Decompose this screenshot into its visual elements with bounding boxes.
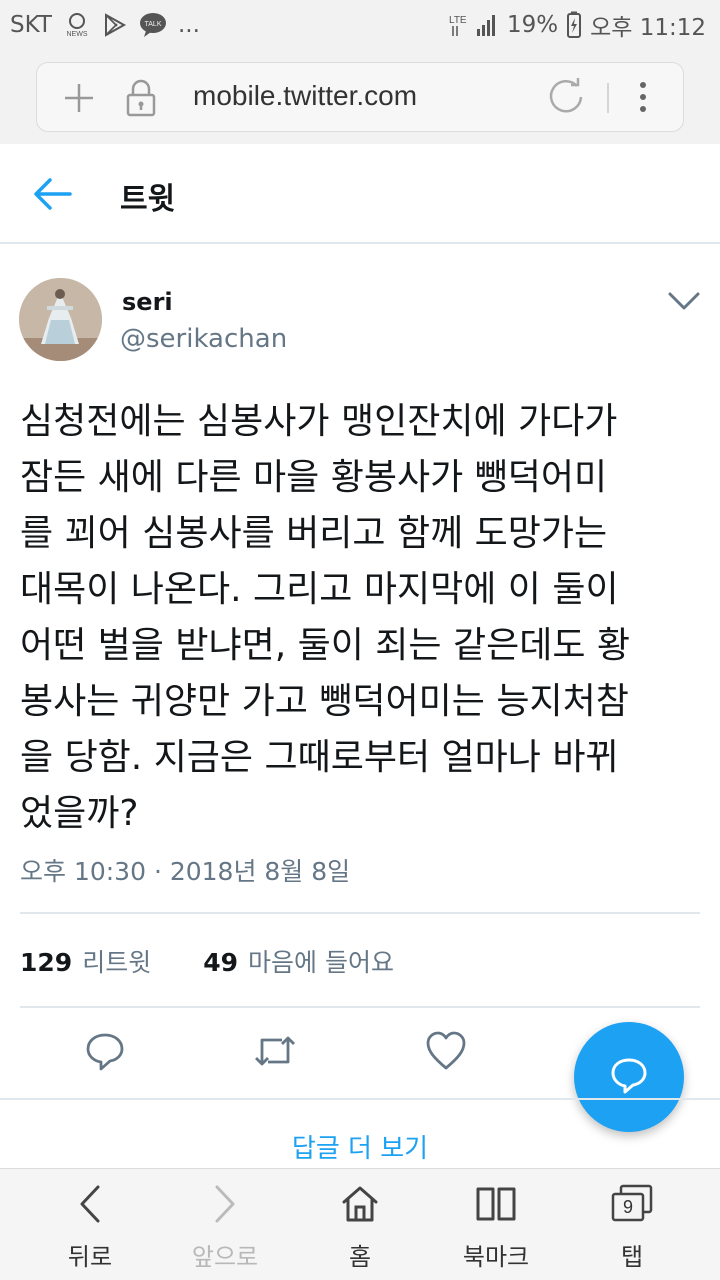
nav-forward-label: 앞으로 [191,1243,259,1271]
tweet-timestamp[interactable]: 오후 10:30 · 2018년 8월 8일 [20,852,350,888]
nav-forward-button[interactable]: 앞으로 [165,1183,285,1272]
retweet-icon[interactable] [252,1030,298,1076]
url-text[interactable]: mobile.twitter.com [193,80,417,112]
status-bar: SKT NEWS TALK ... LTE 19% 오후 11:12 [0,0,720,50]
chevron-left-icon [70,1185,110,1229]
lock-icon[interactable] [123,78,159,122]
like-stat[interactable]: 49 마음에 들어요 [203,943,394,979]
battery-percent: 19% [506,12,559,38]
battery-charging-icon [566,11,582,39]
heart-icon[interactable] [424,1030,468,1076]
reply-icon[interactable] [84,1030,126,1076]
more-notifications: ... [177,12,200,38]
more-replies-link[interactable]: 답글 더 보기 [0,1128,720,1165]
svg-text:LTE: LTE [449,15,467,26]
toolbar-separator [607,83,609,113]
nav-bookmarks-label: 북마크 [462,1243,530,1271]
browser-toolbar: mobile.twitter.com [0,50,720,144]
divider [20,1006,700,1008]
divider [20,912,700,914]
back-arrow-icon[interactable] [32,174,74,218]
address-bar[interactable]: mobile.twitter.com [36,62,684,132]
clock: 오후 11:12 [590,15,706,41]
nav-back-button[interactable]: 뒤로 [30,1183,150,1272]
new-tab-plus-icon[interactable] [61,80,97,120]
nav-tabs-label: 탭 [620,1243,644,1271]
tweet-text-line: 대목이 나온다. 그리고 마지막에 이 둘이 [20,569,619,610]
retweet-label: 리트윗 [82,948,152,977]
tabs-icon: 9 [610,1183,654,1225]
svg-text:NEWS: NEWS [66,31,87,38]
play-store-icon [102,13,128,37]
retweet-count: 129 [20,948,73,977]
nav-bookmarks-button[interactable]: 북마크 [436,1183,556,1272]
nav-home-label: 홈 [348,1243,372,1271]
page-header: 트윗 [0,144,720,244]
tab-count: 9 [622,1197,633,1217]
nav-tabs-button[interactable]: 9 탭 [572,1183,692,1272]
reply-bubble-icon [609,1055,649,1099]
like-count: 49 [203,948,238,977]
tweet-text-line: 봉사는 귀양만 가고 뺑덕어미는 능지처참 [20,681,629,722]
home-icon [339,1186,381,1229]
divider [0,1098,720,1100]
carrier-label: SKT [10,12,52,38]
avatar[interactable] [19,278,102,361]
compose-reply-button[interactable] [574,1022,684,1132]
author-name[interactable]: seri [122,288,173,316]
overflow-menu-icon[interactable] [633,77,653,121]
like-label: 마음에 들어요 [248,948,394,977]
author-handle[interactable]: @serikachan [120,324,287,354]
tweet-text-line: 잠든 새에 다른 마을 황봉사가 뺑덕어미 [20,457,608,498]
chevron-right-icon [205,1185,245,1229]
book-icon [473,1187,519,1229]
retweet-stat[interactable]: 129 리트윗 [20,943,151,979]
chevron-down-icon[interactable] [664,286,704,320]
tweet-text-line: 를 꾀어 심봉사를 버리고 함께 도망가는 [20,513,608,554]
page-title: 트윗 [120,182,176,217]
tweet-text-line: 심청전에는 심봉사가 맹인잔치에 가다가 [20,401,618,442]
tweet-stats: 129 리트윗 49 마음에 들어요 [20,943,394,979]
nav-back-label: 뒤로 [67,1243,113,1271]
lte-signal-icon: LTE [449,12,499,38]
nav-home-button[interactable]: 홈 [300,1183,420,1272]
nbc-news-icon: NEWS [62,12,92,38]
tweet-text: 심청전에는 심봉사가 맹인잔치에 가다가 잠든 새에 다른 마을 황봉사가 뺑덕… [20,394,706,842]
tweet-text-line: 어떤 벌을 받냐면, 둘이 죄는 같은데도 황 [20,625,631,666]
svg-text:TALK: TALK [144,21,161,28]
browser-bottom-nav: 뒤로 앞으로 홈 북마크 9 탭 [0,1168,720,1280]
tweet-text-line: 을 당함. 지금은 그때로부터 얼마나 바뀌 [20,737,619,778]
tweet-text-line: 었을까? [20,793,139,834]
kakaotalk-icon: TALK [138,12,168,38]
reload-icon[interactable] [545,76,587,122]
